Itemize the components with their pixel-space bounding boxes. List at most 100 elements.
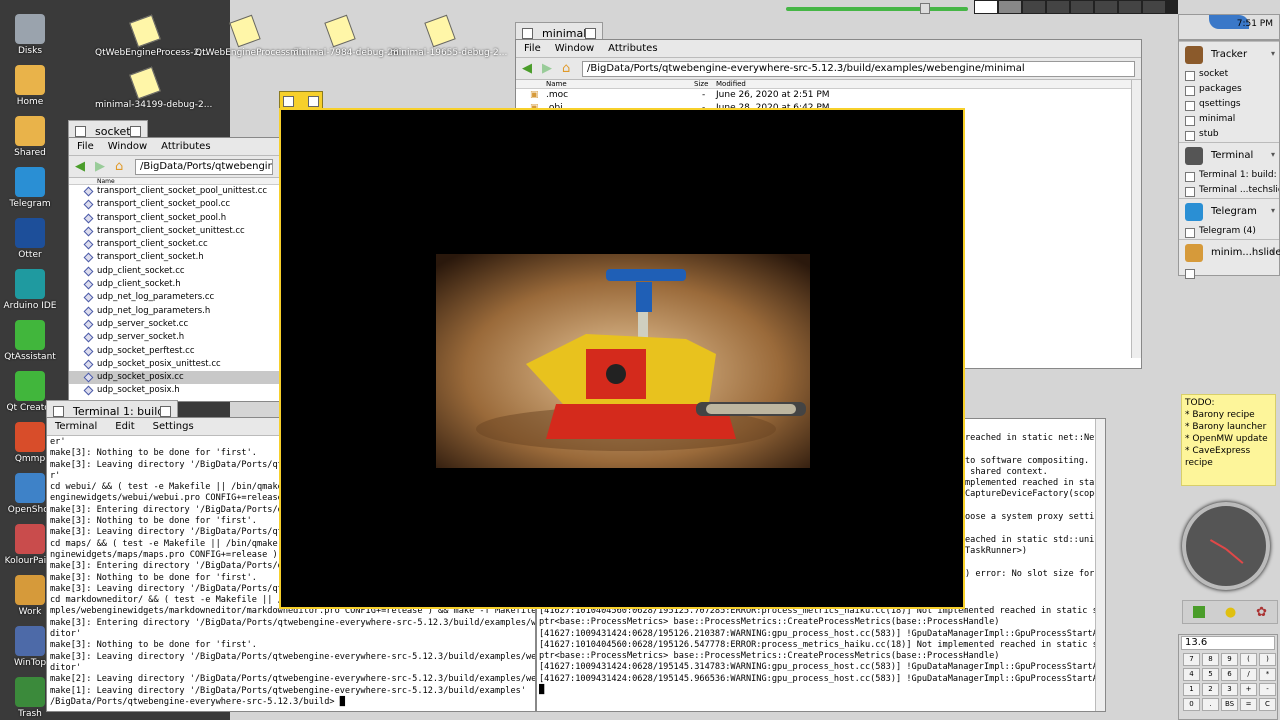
flag-icon[interactable] (1192, 606, 1205, 618)
scrollbar[interactable] (1095, 419, 1105, 711)
list-item[interactable]: udp_socket_posix.cc (69, 371, 279, 385)
col-size[interactable]: Size (694, 80, 708, 89)
calculator-key[interactable]: BS (1221, 698, 1238, 711)
desktop-file-icon[interactable]: QtWebEngineProcess-2... (95, 14, 208, 58)
socket-path-field[interactable]: /BigData/Ports/qtwebengine-everywhere-sr… (135, 158, 273, 175)
minimal-path-field[interactable]: /BigData/Ports/qtwebengine-everywhere-sr… (582, 60, 1135, 77)
deskbar-window-item[interactable]: socket (1179, 67, 1279, 82)
deskbar-app[interactable]: Tracker ▾ (1179, 41, 1279, 67)
menu-file[interactable]: File (77, 141, 94, 152)
chevron-down-icon[interactable]: ▾ (1271, 206, 1275, 215)
calculator-key[interactable]: / (1240, 668, 1257, 681)
back-arrow-icon[interactable]: ◀ (522, 62, 536, 75)
close-button[interactable] (522, 28, 533, 39)
zoom-button[interactable] (160, 406, 171, 417)
forward-arrow-icon[interactable]: ▶ (542, 62, 556, 75)
calculator-key[interactable]: 0 (1183, 698, 1200, 711)
chevron-down-icon[interactable]: ▾ (1271, 49, 1275, 58)
calculator-key[interactable]: . (1202, 698, 1219, 711)
terminal-right-output-bottom[interactable]: [41627:1010404560:0628/195125.707285:ERR… (539, 606, 1095, 710)
col-name[interactable]: Name (546, 80, 567, 89)
deskbar-window-item[interactable]: Terminal 1: build: ~ (1179, 168, 1279, 183)
list-item[interactable]: udp_socket_posix.h (69, 384, 279, 397)
desktop-icon[interactable]: Telegram (0, 167, 60, 209)
menu-terminal[interactable]: Terminal (55, 421, 97, 432)
deskbar-window-item[interactable]: minimal (1179, 112, 1279, 127)
list-item[interactable]: transport_client_socket_unittest.cc (69, 225, 279, 238)
list-item[interactable]: udp_socket_posix_unittest.cc (69, 358, 279, 371)
close-button[interactable] (53, 406, 64, 417)
list-item[interactable]: udp_net_log_parameters.h (69, 305, 279, 318)
calculator-key[interactable]: + (1240, 683, 1257, 696)
terminal-right-output-top[interactable]: reached in static net::Netw to software … (965, 433, 1095, 603)
menu-window[interactable]: Window (108, 141, 147, 152)
calculator-key[interactable]: * (1259, 668, 1276, 681)
list-item[interactable]: udp_server_socket.h (69, 331, 279, 344)
deskbar-window-item[interactable]: packages (1179, 82, 1279, 97)
home-icon[interactable]: ⌂ (562, 62, 576, 75)
calculator-key[interactable]: 1 (1183, 683, 1200, 696)
list-item[interactable]: transport_client_socket_pool.cc (69, 198, 279, 211)
desktop-icon[interactable]: Arduino IDE (0, 269, 60, 311)
calculator-key[interactable]: C (1259, 698, 1276, 711)
desktop-icon[interactable]: Shared (0, 116, 60, 158)
minimal-file-row[interactable]: ▣ .moc - June 26, 2020 at 2:51 PM (516, 89, 1141, 102)
volume-slider[interactable] (786, 7, 968, 11)
list-item[interactable]: transport_client_socket.h (69, 251, 279, 264)
deskbar-window-item[interactable]: stub (1179, 127, 1279, 142)
menu-window[interactable]: Window (555, 43, 594, 54)
calculator-key[interactable]: 6 (1221, 668, 1238, 681)
calculator-key[interactable]: - (1259, 683, 1276, 696)
deskbar-window-item[interactable]: qsettings (1179, 97, 1279, 112)
home-icon[interactable]: ⌂ (115, 160, 129, 173)
desktop-file-icon[interactable]: minimal-19655-debug-2... (390, 14, 507, 58)
calculator-key[interactable]: ) (1259, 653, 1276, 666)
deskbar-app[interactable]: minim...hslides ▾ (1179, 239, 1280, 265)
list-item[interactable]: udp_net_log_parameters.cc (69, 291, 279, 304)
menu-attributes[interactable]: Attributes (608, 43, 657, 54)
deskbar-window-item[interactable]: Telegram (4) (1179, 224, 1279, 239)
col-modified[interactable]: Modified (716, 80, 746, 89)
chevron-down-icon[interactable]: ▾ (1271, 247, 1275, 256)
calculator-key[interactable]: = (1240, 698, 1257, 711)
desktop-file-icon[interactable]: minimal-34199-debug-2... (95, 66, 212, 110)
forward-arrow-icon[interactable]: ▶ (95, 160, 109, 173)
desktop-icon[interactable]: QtAssistant (0, 320, 60, 362)
zoom-button[interactable] (308, 96, 319, 107)
calculator-key[interactable]: 5 (1202, 668, 1219, 681)
list-item[interactable]: transport_client_socket.cc (69, 238, 279, 251)
zoom-button[interactable] (585, 28, 596, 39)
calculator-key[interactable]: 7 (1183, 653, 1200, 666)
menu-file[interactable]: File (524, 43, 541, 54)
deskbar-window-item[interactable] (1179, 265, 1279, 280)
list-item[interactable]: transport_client_socket_pool.h (69, 212, 279, 225)
calculator-key[interactable]: 3 (1221, 683, 1238, 696)
calculator-key[interactable]: 2 (1202, 683, 1219, 696)
list-item[interactable]: udp_server_socket.cc (69, 318, 279, 331)
desktop-icon[interactable]: Home (0, 65, 60, 107)
desktop-file-icon[interactable]: minimal-7984-debug-28... (290, 14, 407, 58)
clock-text[interactable]: 7:51 PM (1237, 19, 1273, 29)
back-arrow-icon[interactable]: ◀ (75, 160, 89, 173)
deskbar-app[interactable]: Terminal ▾ (1179, 142, 1279, 168)
deskbar-window-item[interactable]: Terminal ...techslides (1179, 183, 1279, 198)
socket-column-header[interactable]: Name (69, 178, 279, 185)
workspace-switcher[interactable] (974, 0, 1178, 14)
desktop-icon[interactable]: Otter (0, 218, 60, 260)
calculator-key[interactable]: ( (1240, 653, 1257, 666)
menu-attributes[interactable]: Attributes (161, 141, 210, 152)
desktop-icon[interactable]: Disks (0, 14, 60, 56)
list-item[interactable]: udp_client_socket.h (69, 278, 279, 291)
menu-settings[interactable]: Settings (153, 421, 194, 432)
desktop-file-icon[interactable]: QtWebEngineProcess-7... (195, 14, 308, 58)
deskbar-app[interactable]: Telegram ▾ (1179, 198, 1279, 224)
zoom-button[interactable] (130, 126, 141, 137)
gear-icon[interactable]: ✿ (1256, 605, 1267, 620)
list-item[interactable]: udp_client_socket.cc (69, 265, 279, 278)
volume-slider-knob[interactable] (920, 3, 930, 14)
close-button[interactable] (283, 96, 294, 107)
scrollbar[interactable] (1131, 80, 1141, 358)
close-button[interactable] (75, 126, 86, 137)
calculator-key[interactable]: 9 (1221, 653, 1238, 666)
lightbulb-icon[interactable]: ● (1225, 605, 1236, 620)
